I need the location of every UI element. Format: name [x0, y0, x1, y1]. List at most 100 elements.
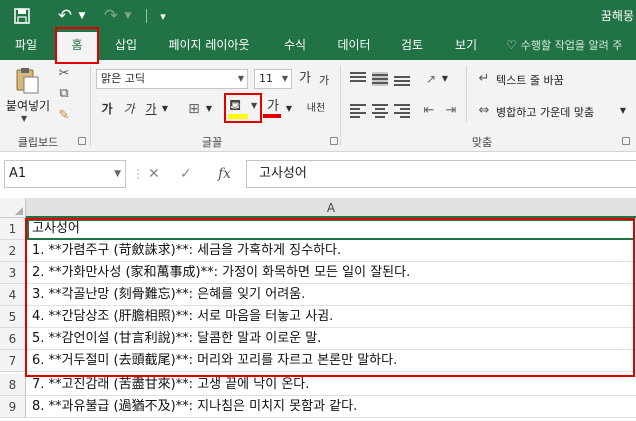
wrap-text-icon[interactable]: ↵: [476, 70, 492, 88]
paste-icon[interactable]: [14, 66, 40, 94]
font-name-value: 맑은 고딕: [101, 72, 145, 85]
undo-dropdown-icon[interactable]: ▼: [76, 0, 88, 32]
redo-dropdown-icon[interactable]: ▼: [122, 0, 134, 32]
phonetic-button[interactable]: 내천: [306, 100, 326, 118]
row-header[interactable]: 3: [0, 262, 26, 284]
underline-dropdown-icon[interactable]: ▼: [160, 100, 170, 118]
orientation-icon[interactable]: ↗: [422, 70, 440, 88]
alignment-group-label: 맞춤: [471, 136, 493, 149]
border-icon[interactable]: ⊞: [186, 100, 202, 118]
font-name-select[interactable]: 맑은 고딕 ▼: [96, 69, 248, 89]
ribbon-tabs: 파일 홈 삽입 페이지 레이아웃 수식 데이터 검토 보기 ♡ 수행할 작업을 알…: [0, 32, 636, 60]
chevron-down-icon: ▼: [237, 74, 244, 83]
merge-center-icon[interactable]: ⇔: [476, 102, 492, 120]
paste-button-label[interactable]: 붙여넣기: [2, 97, 54, 114]
font-size-select[interactable]: 11 ▼: [254, 69, 292, 89]
chevron-down-icon: ▼: [114, 169, 121, 179]
enter-icon[interactable]: ✓: [180, 160, 192, 188]
decrease-indent-icon[interactable]: ⇤: [420, 102, 438, 120]
ribbon-home: 붙여넣기 ▼ ✂ ⧉ ✎ 클립보드 맑은 고딕 ▼ 11 ▼ 가 가 가 가 가 ▼…: [0, 60, 636, 152]
tab-data[interactable]: 데이터: [330, 32, 378, 60]
tab-home[interactable]: 홈: [56, 32, 98, 60]
merge-dropdown-icon[interactable]: ▼: [618, 102, 628, 120]
tab-insert[interactable]: 삽입: [106, 32, 146, 60]
cell-a3[interactable]: 2. **가화만사성 (家和萬事成)**: 가정이 화목하면 모든 일이 잘된다…: [26, 262, 636, 284]
align-left-icon[interactable]: [350, 104, 366, 118]
insert-function-icon[interactable]: fx: [218, 160, 231, 188]
increase-indent-icon[interactable]: ⇥: [442, 102, 460, 120]
border-dropdown-icon[interactable]: ▼: [204, 100, 214, 118]
align-middle-icon[interactable]: [372, 72, 388, 86]
tell-me-box[interactable]: ♡ 수행할 작업을 알려 주: [506, 32, 622, 60]
cell-a2[interactable]: 1. **가렴주구 (苛斂誅求)**: 세금을 가혹하게 징수하다.: [26, 240, 636, 262]
fill-color-swatch: [228, 114, 248, 119]
redo-icon[interactable]: ↷: [100, 0, 122, 32]
save-icon[interactable]: [10, 0, 34, 32]
tab-view[interactable]: 보기: [446, 32, 486, 60]
active-cell-outline: [27, 219, 635, 240]
wrap-text-button[interactable]: 텍스트 줄 바꿈: [496, 72, 564, 88]
cell-a9[interactable]: 8. **과유불급 (過猶不及)**: 지나침은 미치지 못함과 같다.: [26, 396, 636, 418]
cell-a6[interactable]: 5. **감언이설 (甘言利說)**: 달콤한 말과 이로운 말.: [26, 328, 636, 350]
italic-button[interactable]: 가: [122, 100, 136, 118]
customize-toolbar-icon[interactable]: ▾: [156, 0, 170, 32]
select-all-button[interactable]: [0, 198, 26, 218]
alignment-launcher-icon[interactable]: [622, 137, 630, 145]
font-color-swatch: [263, 114, 281, 118]
cancel-icon[interactable]: ✕: [148, 160, 160, 188]
group-divider: [340, 66, 341, 146]
row-header[interactable]: 7: [0, 350, 26, 372]
paste-dropdown-icon[interactable]: ▼: [21, 114, 27, 123]
row-header[interactable]: 4: [0, 284, 26, 306]
name-box[interactable]: A1 ▼: [4, 160, 126, 188]
bold-button[interactable]: 가: [100, 100, 114, 118]
orientation-dropdown-icon[interactable]: ▼: [440, 70, 450, 88]
align-bottom-icon[interactable]: [394, 72, 410, 86]
row-header[interactable]: 1: [0, 218, 26, 240]
copy-icon[interactable]: ⧉: [56, 86, 72, 102]
tab-file[interactable]: 파일: [8, 32, 44, 60]
row-header[interactable]: 5: [0, 306, 26, 328]
cut-icon[interactable]: ✂: [56, 66, 72, 82]
paint-bucket-icon: ⛾: [229, 96, 242, 114]
formula-tools: ⋮ ✕ ✓ fx: [128, 160, 240, 188]
toolbar-divider: [146, 9, 148, 23]
align-top-icon[interactable]: [350, 72, 366, 86]
group-divider: [90, 66, 91, 146]
cell-a7[interactable]: 6. **거두절미 (去頭截尾)**: 머리와 꼬리를 자르고 본론만 말하다.: [26, 350, 636, 372]
align-right-icon[interactable]: [394, 104, 410, 118]
merge-center-button[interactable]: 병합하고 가운데 맞춤: [496, 104, 594, 120]
formula-input[interactable]: 고사성어: [246, 160, 636, 188]
fill-color-button[interactable]: ⛾ ▼: [224, 93, 262, 123]
clipboard-launcher-icon[interactable]: [78, 137, 86, 145]
cell-a8[interactable]: 7. **고진감래 (苦盡甘來)**: 고생 끝에 낙이 온다.: [26, 374, 636, 396]
font-group-label: 글꼴: [201, 136, 223, 149]
row-header[interactable]: 2: [0, 240, 26, 262]
tell-me-text: 수행할 작업을 알려 주: [520, 39, 623, 52]
align-center-icon[interactable]: [372, 104, 388, 118]
shrink-font-button[interactable]: 가: [318, 72, 330, 90]
column-header-a[interactable]: A: [26, 198, 636, 218]
group-divider: [466, 66, 467, 122]
tab-page-layout[interactable]: 페이지 레이아웃: [157, 32, 261, 60]
font-color-dropdown-icon[interactable]: ▼: [284, 100, 294, 118]
chevron-down-icon: ▼: [281, 74, 288, 83]
excel-window: ↶ ▼ ↷ ▼ ▾ 꿈해몽 파일 홈 삽입 페이지 레이아웃 수식 데이터 검토…: [0, 0, 636, 421]
name-box-value: A1: [9, 166, 27, 181]
grow-font-button[interactable]: 가: [298, 70, 312, 88]
row-header[interactable]: 8: [0, 374, 26, 396]
font-launcher-icon[interactable]: [330, 137, 338, 145]
underline-button[interactable]: 가: [144, 100, 158, 118]
row-header[interactable]: 9: [0, 396, 26, 418]
tab-formulas[interactable]: 수식: [276, 32, 314, 60]
format-painter-icon[interactable]: ✎: [56, 108, 72, 124]
tab-review[interactable]: 검토: [393, 32, 431, 60]
cell-a5[interactable]: 4. **간담상조 (肝膽相照)**: 서로 마음을 터놓고 사귐.: [26, 306, 636, 328]
cell-a4[interactable]: 3. **각골난망 (刻骨難忘)**: 은혜를 잊기 어려움.: [26, 284, 636, 306]
font-size-value: 11: [259, 72, 273, 85]
more-options-icon: ⋮: [132, 167, 144, 181]
title-bar: ↶ ▼ ↷ ▼ ▾ 꿈해몽: [0, 0, 636, 32]
undo-icon[interactable]: ↶: [54, 0, 76, 32]
row-header[interactable]: 6: [0, 328, 26, 350]
fill-dropdown-icon[interactable]: ▼: [251, 101, 257, 110]
